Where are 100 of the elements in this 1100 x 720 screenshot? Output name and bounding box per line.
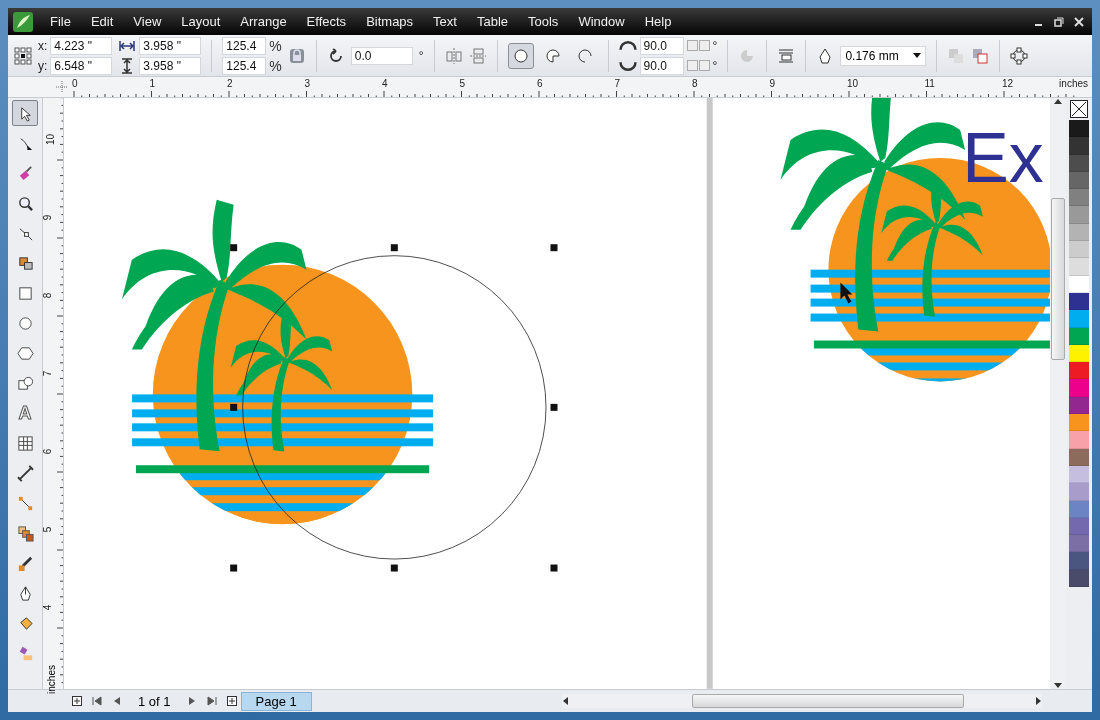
lock-icon[interactable] xyxy=(287,46,306,65)
width-field[interactable]: 3.958 " xyxy=(139,36,202,55)
pie-icon xyxy=(543,46,562,65)
ruler-label: 0 xyxy=(72,78,78,89)
ruler-label: 6 xyxy=(537,78,543,89)
ruler-label: 8 xyxy=(42,292,54,299)
wrap-text-icon[interactable] xyxy=(777,46,796,65)
add-page-icon[interactable] xyxy=(226,696,237,706)
color-swatch[interactable] xyxy=(1069,535,1089,553)
ruler-label: 10 xyxy=(847,78,859,89)
degree-label: ° xyxy=(712,38,718,53)
start-angle-field[interactable]: 90.0 xyxy=(639,36,684,55)
selection-handle[interactable] xyxy=(550,244,558,252)
ruler-label: 3 xyxy=(304,78,311,89)
color-swatch[interactable] xyxy=(1069,206,1089,224)
ruler-label: 4 xyxy=(382,78,388,89)
ruler-label: 7 xyxy=(42,370,54,377)
ruler-label: 6 xyxy=(42,448,54,455)
convert-to-curves-icon[interactable] xyxy=(1009,46,1028,65)
color-swatch[interactable] xyxy=(1069,552,1089,570)
color-swatch[interactable] xyxy=(1069,241,1089,259)
front-one-icon[interactable] xyxy=(970,46,989,65)
scroll-left-icon[interactable] xyxy=(562,697,570,705)
no-color-swatch[interactable] xyxy=(1070,100,1088,118)
color-swatch[interactable] xyxy=(1069,189,1089,207)
ruler-label: 2 xyxy=(227,78,233,89)
menu-item[interactable]: Layout xyxy=(171,14,231,29)
menu-item[interactable]: Tools xyxy=(518,14,569,29)
ruler-label: 7 xyxy=(614,78,621,89)
circle-icon xyxy=(511,46,530,65)
color-swatch[interactable] xyxy=(1069,483,1089,501)
color-swatch[interactable] xyxy=(1069,362,1089,380)
percent-label: % xyxy=(269,37,282,54)
selection-handle[interactable] xyxy=(550,564,558,572)
add-page-icon[interactable] xyxy=(72,696,82,706)
ellipse-mode-button[interactable] xyxy=(507,42,534,69)
height-field[interactable]: 3.958 " xyxy=(139,56,202,75)
menu-item[interactable]: Text xyxy=(423,14,467,29)
ruler-label: 9 xyxy=(769,78,776,89)
first-page-icon[interactable] xyxy=(92,696,102,706)
x-label: x: xyxy=(38,38,48,53)
color-swatch[interactable] xyxy=(1069,310,1089,328)
mirror-horizontal-icon[interactable] xyxy=(444,46,463,65)
menu-item[interactable]: Effects xyxy=(296,14,357,29)
scroll-right-icon[interactable] xyxy=(1034,697,1042,705)
ruler-label: 9 xyxy=(42,214,54,221)
scale-y-field[interactable]: 125.4 xyxy=(222,56,267,75)
ruler-label: 5 xyxy=(459,78,466,89)
page-counter: 1 of 1 xyxy=(137,693,172,709)
degree-label: ° xyxy=(712,58,718,73)
ruler-label: 8 xyxy=(692,78,698,89)
previous-page-icon[interactable] xyxy=(112,696,122,706)
end-angle-icon xyxy=(618,60,637,71)
menu-item[interactable]: Window xyxy=(568,14,635,29)
vertical-scrollbar-thumb[interactable] xyxy=(1051,197,1065,360)
selection-handle[interactable] xyxy=(230,564,238,572)
menu-item[interactable]: View xyxy=(123,14,172,29)
color-swatch[interactable] xyxy=(1069,258,1089,276)
ruler-label: 1 xyxy=(149,78,156,89)
color-swatch[interactable] xyxy=(1069,431,1089,449)
ruler-label: 4 xyxy=(42,604,54,611)
ruler-unit: inches xyxy=(1059,78,1088,89)
start-angle-icon xyxy=(618,40,637,51)
degree-label: ° xyxy=(418,48,424,63)
menu-item[interactable]: File xyxy=(40,14,81,29)
menu-item[interactable]: Edit xyxy=(80,14,124,29)
next-page-icon[interactable] xyxy=(186,696,197,706)
restore-icon[interactable] xyxy=(1054,16,1064,27)
arc-icon xyxy=(575,46,594,65)
last-page-icon[interactable] xyxy=(206,696,217,706)
selection-handle[interactable] xyxy=(230,244,238,252)
selection-handle[interactable] xyxy=(390,564,398,572)
y-position-field[interactable]: 6.548 " xyxy=(50,56,113,75)
scale-x-field[interactable]: 125.4 xyxy=(222,36,267,55)
app-logo-icon xyxy=(12,10,34,33)
mirror-vertical-icon[interactable] xyxy=(468,46,487,65)
ruler-unit: inches xyxy=(45,665,57,694)
color-swatch[interactable] xyxy=(1069,379,1089,397)
end-angle-field[interactable]: 90.0 xyxy=(639,56,684,75)
rotation-field[interactable]: 0.0 xyxy=(350,46,413,65)
menu-item[interactable]: Help xyxy=(634,14,682,29)
caret-icon xyxy=(912,52,921,59)
cursor-icon xyxy=(840,282,853,304)
close-icon[interactable] xyxy=(1074,16,1084,27)
menu-item[interactable]: Bitmaps xyxy=(356,14,424,29)
color-swatch[interactable] xyxy=(1069,414,1089,432)
selection-handle[interactable] xyxy=(230,403,238,411)
outline-width-dropdown[interactable]: 0.176 mm xyxy=(840,45,926,66)
page-tab[interactable]: Page 1 xyxy=(240,691,312,711)
horizontal-scrollbar-thumb[interactable] xyxy=(692,694,964,708)
ruler-label: 11 xyxy=(924,78,935,89)
x-position-field[interactable]: 4.223 " xyxy=(50,36,113,55)
preview-text: Ex xyxy=(962,118,1044,197)
menu-item[interactable]: Table xyxy=(466,14,518,29)
selection-handle[interactable] xyxy=(390,244,398,252)
selection-handle[interactable] xyxy=(550,403,558,411)
color-swatch[interactable] xyxy=(1069,137,1089,155)
menu-item[interactable]: Arrange xyxy=(230,14,297,29)
anchor-grid-icon[interactable] xyxy=(14,46,32,65)
color-swatch[interactable] xyxy=(1069,120,1089,138)
